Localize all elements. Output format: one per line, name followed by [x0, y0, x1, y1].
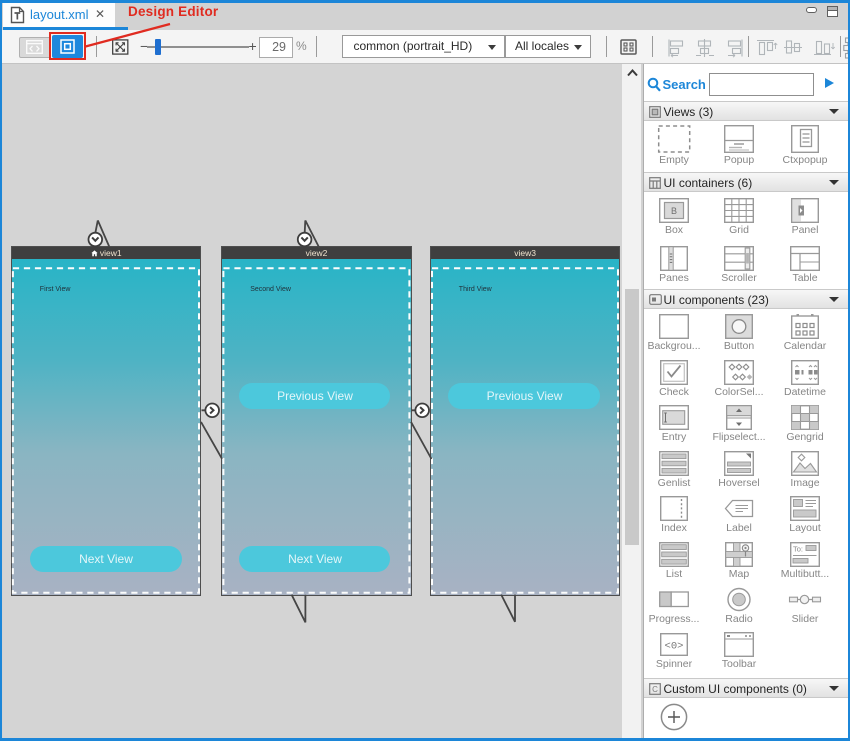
- svg-text:To:: To:: [793, 544, 803, 553]
- svg-text:<0>: <0>: [665, 641, 684, 653]
- svg-text:B: B: [671, 206, 677, 216]
- svg-text:C: C: [652, 684, 658, 693]
